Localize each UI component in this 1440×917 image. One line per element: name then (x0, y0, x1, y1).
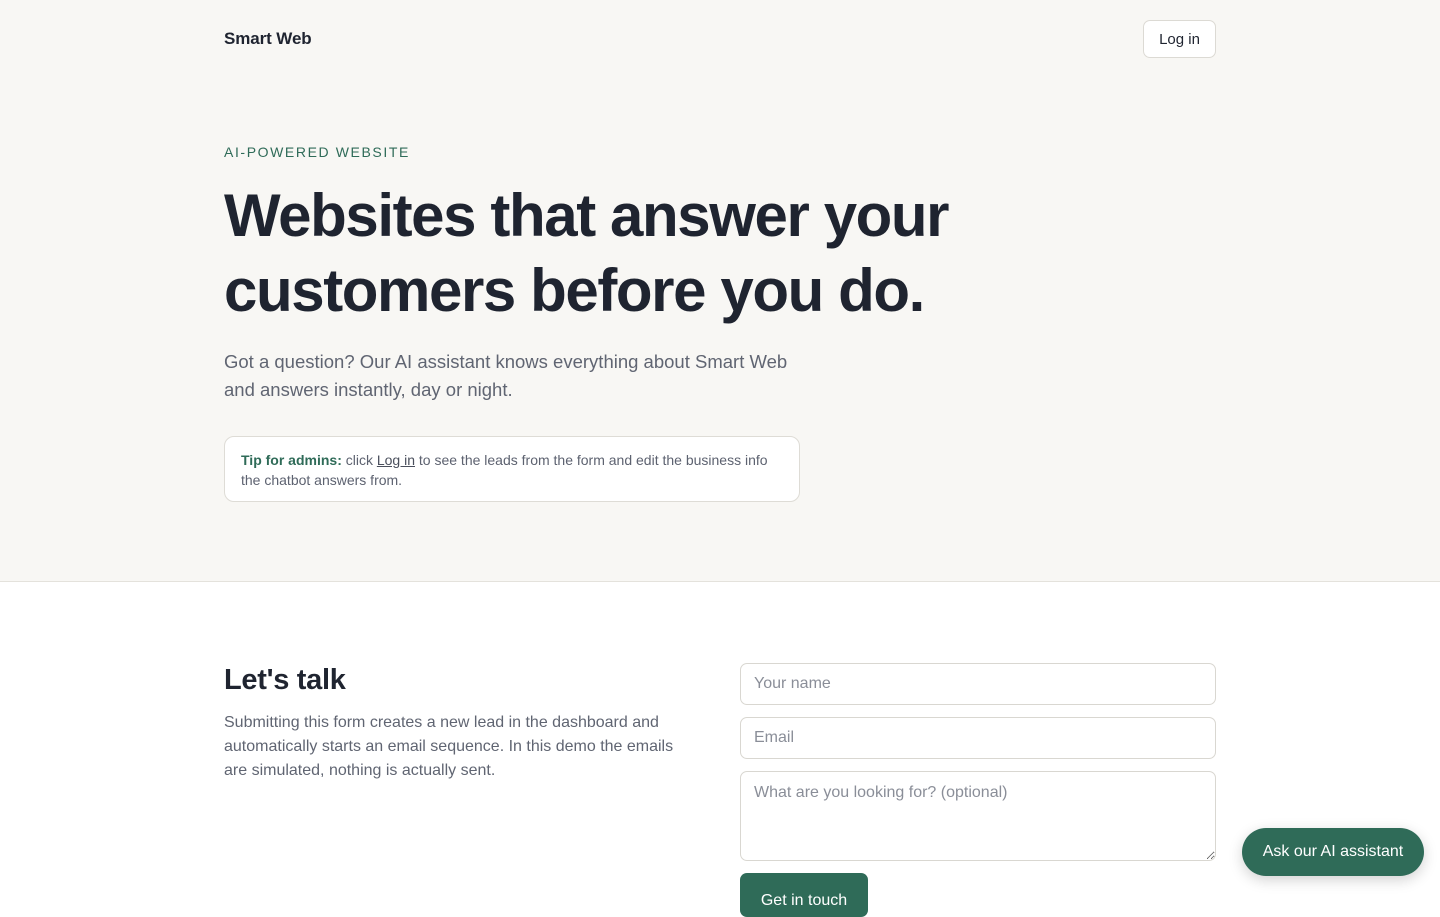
brand-logo[interactable]: Smart Web (224, 29, 312, 49)
login-button[interactable]: Log in (1143, 20, 1216, 58)
ai-assistant-button[interactable]: Ask our AI assistant (1242, 828, 1424, 876)
hero-subtext: Got a question? Our AI assistant knows e… (224, 351, 788, 400)
get-in-touch-button[interactable]: Get in touch (740, 873, 868, 917)
message-textarea[interactable] (740, 771, 1216, 861)
hero-headline: Websites that answer your customers befo… (224, 182, 950, 324)
tip-text-before: click (341, 452, 377, 468)
hero-eyebrow: AI-POWERED WEBSITE (224, 144, 410, 160)
email-input[interactable] (740, 717, 1216, 759)
name-input[interactable] (740, 663, 1216, 705)
admin-tip-box: Tip for admins: click Log in to see the … (224, 436, 800, 502)
tip-label: Tip for admins: (241, 452, 342, 468)
contact-title: Let's talk (224, 664, 346, 696)
tip-login-link[interactable]: Log in (377, 452, 415, 468)
contact-description: Submitting this form creates a new lead … (224, 714, 674, 779)
